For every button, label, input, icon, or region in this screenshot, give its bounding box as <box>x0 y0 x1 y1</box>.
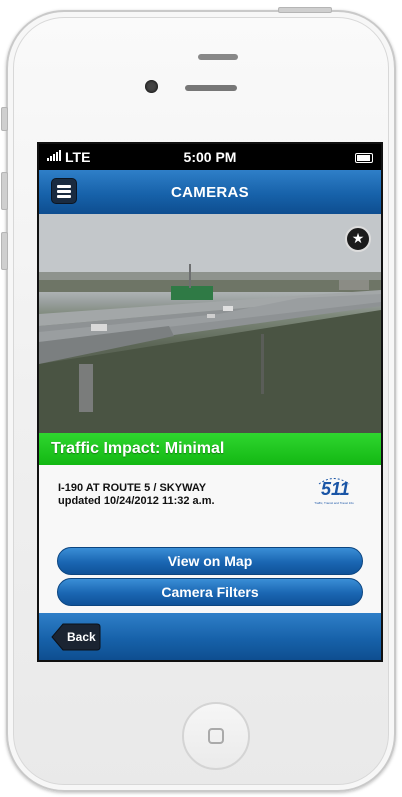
logo-subtitle: Traffic, Transit and Travel Info <box>314 501 354 505</box>
app-screen: LTE 5:00 PM CAMERAS ★ Traffic Impact: Mi… <box>37 142 383 662</box>
status-bar: LTE 5:00 PM <box>39 144 381 170</box>
view-on-map-button[interactable]: View on Map <box>57 547 363 575</box>
home-button[interactable] <box>182 702 250 770</box>
favorite-button[interactable]: ★ <box>345 226 371 252</box>
traffic-impact-label: Traffic Impact: Minimal <box>51 440 225 457</box>
back-label: Back <box>67 630 96 644</box>
front-camera <box>145 80 158 93</box>
camera-updated-time: updated 10/24/2012 11:32 a.m. <box>58 495 215 507</box>
traffic-impact-banner: Traffic Impact: Minimal <box>39 433 381 465</box>
volume-down-button <box>1 232 8 270</box>
camera-info-panel: I-190 AT ROUTE 5 / SKYWAY updated 10/24/… <box>39 465 381 513</box>
home-square-icon <box>208 728 224 744</box>
back-button[interactable]: Back <box>51 623 101 651</box>
sensor-slot <box>185 85 237 91</box>
star-icon: ★ <box>351 230 365 246</box>
511-logo: 511 Traffic, Transit and Travel Info <box>311 475 357 507</box>
mute-switch <box>1 107 8 131</box>
bottom-toolbar: Back <box>39 613 381 660</box>
navigation-bar: CAMERAS <box>39 170 381 215</box>
power-button <box>278 7 332 13</box>
camera-location: I-190 AT ROUTE 5 / SKYWAY <box>58 482 207 494</box>
battery-icon <box>355 153 373 163</box>
traffic-camera-image[interactable]: ★ <box>39 214 381 433</box>
earpiece-speaker <box>198 54 238 60</box>
volume-up-button <box>1 172 8 210</box>
camera-scene-illustration <box>39 214 381 433</box>
page-title: CAMERAS <box>171 184 249 201</box>
status-time: 5:00 PM <box>183 149 237 165</box>
logo-number: 511 <box>321 479 350 499</box>
camera-filters-button[interactable]: Camera Filters <box>57 578 363 606</box>
action-buttons-area: View on Map Camera Filters <box>39 513 381 613</box>
